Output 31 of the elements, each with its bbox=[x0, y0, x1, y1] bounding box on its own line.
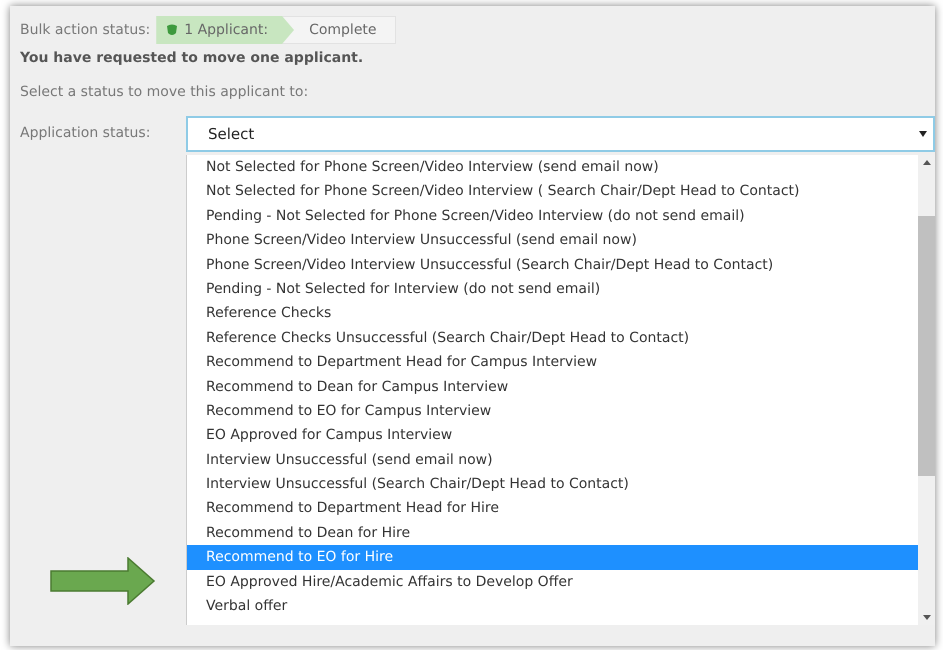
bulk-status-label: Bulk action status: bbox=[20, 22, 150, 38]
status-option[interactable]: Recommend to Department Head for Campus Interview bbox=[187, 350, 918, 375]
status-option[interactable]: EO Approved Hire/Academic Affairs to Develop Offer bbox=[187, 570, 918, 594]
application-status-label: Application status: bbox=[20, 124, 152, 141]
status-option[interactable]: EO Approved for Campus Interview bbox=[187, 423, 918, 448]
status-option[interactable]: Verbal offer bbox=[187, 594, 918, 618]
status-option[interactable]: Pending - Not Selected for Interview (do not send email) bbox=[187, 276, 918, 302]
scroll-up-icon[interactable] bbox=[922, 160, 930, 165]
status-option[interactable]: Recommend to EO for Campus Interview bbox=[187, 398, 918, 424]
scroll-down-icon[interactable] bbox=[922, 615, 930, 620]
status-dropdown[interactable]: Select bbox=[186, 116, 935, 152]
status-option[interactable]: Pending - Not Selected for Phone Screen/Video Interview (do not send email) bbox=[187, 204, 918, 228]
status-option[interactable]: Phone Screen/Video Interview Unsuccessful (send email now) bbox=[187, 228, 918, 253]
status-option[interactable]: Recommend to Dean for Hire bbox=[187, 520, 918, 546]
status-complete-badge: Complete bbox=[282, 16, 396, 44]
status-option[interactable]: Reference Checks Unsuccessful (Search Chair/Dept Head to Contact) bbox=[187, 326, 918, 350]
request-message: You have requested to move one applicant. bbox=[20, 50, 364, 66]
status-option[interactable]: Interview Unsuccessful (send email now) bbox=[187, 448, 918, 472]
caret-icon bbox=[919, 131, 927, 137]
pointer-arrow-icon bbox=[50, 557, 156, 605]
shield-icon bbox=[166, 24, 178, 36]
status-option[interactable]: Not Selected for Phone Screen/Video Interview ( Search Chair/Dept Head to Contact) bbox=[187, 179, 918, 204]
status-option[interactable]: Recommend to Department Head for Hire bbox=[187, 496, 918, 521]
status-option[interactable]: Reference Checks bbox=[187, 301, 918, 326]
status-option[interactable]: Not Selected for Phone Screen/Video Interview (send email now) bbox=[187, 155, 918, 180]
status-option[interactable]: Interview Unsuccessful (Search Chair/Dept Head to Contact) bbox=[187, 472, 918, 496]
instruction-text: Select a status to move this applicant to: bbox=[20, 84, 310, 100]
scrollbar-thumb[interactable] bbox=[918, 216, 935, 476]
applicant-count-badge: 1 Applicant: bbox=[156, 16, 294, 44]
status-option[interactable]: Recommend to Dean for Campus Interview bbox=[187, 374, 918, 399]
status-option[interactable]: Phone Screen/Video Interview Unsuccessful (Search Chair/Dept Head to Contact) bbox=[187, 252, 918, 277]
